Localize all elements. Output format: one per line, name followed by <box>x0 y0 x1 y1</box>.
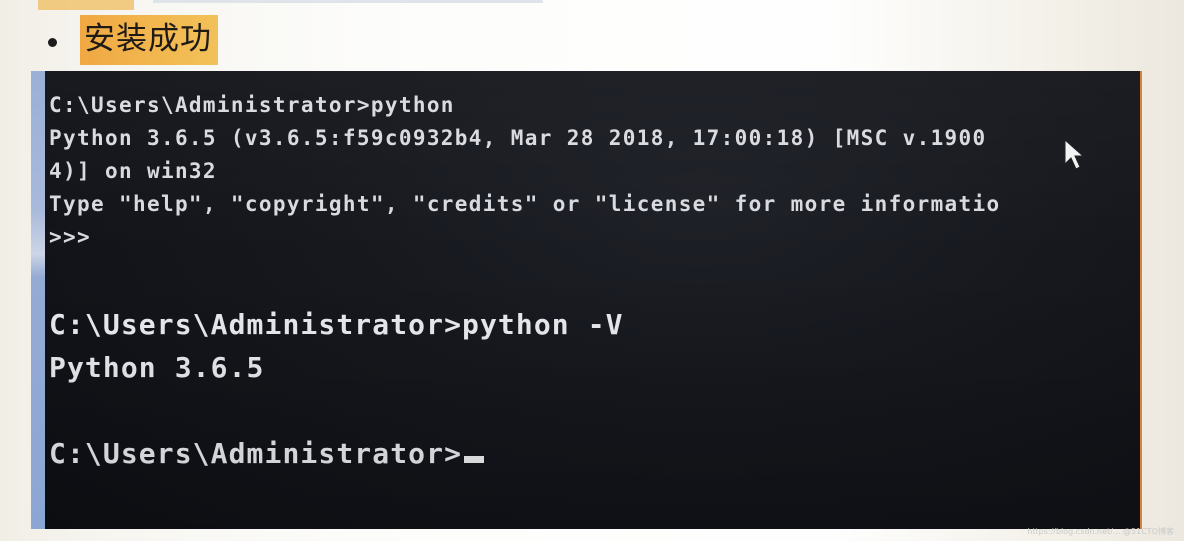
terminal-line: Type "help", "copyright", "credits" or "… <box>49 192 1001 216</box>
terminal-window[interactable]: C:\Users\Administrator>python Python 3.6… <box>45 71 1142 529</box>
heading-highlight: 安装成功 <box>80 15 218 65</box>
terminal-screenshot: C:\Users\Administrator>python Python 3.6… <box>31 71 1142 529</box>
bullet-icon <box>48 37 57 47</box>
previous-slide-highlight <box>38 0 134 10</box>
bullet-heading: 安装成功 <box>84 20 212 57</box>
terminal-scrollbar[interactable] <box>31 71 45 529</box>
mouse-pointer-icon <box>1064 138 1085 170</box>
bullet-item: 安装成功 <box>48 15 218 65</box>
watermark: https://blog.csdn.net/... @51CTO博客 <box>1027 527 1174 536</box>
terminal-output-line: Python 3.6.5 <box>49 351 265 384</box>
terminal-line: C:\Users\Administrator>python <box>49 93 455 117</box>
text-cursor <box>464 456 485 463</box>
terminal-command-line: C:\Users\Administrator>python -V <box>49 308 624 341</box>
top-divider <box>153 0 543 3</box>
terminal-line: Python 3.6.5 (v3.6.5:f59c0932b4, Mar 28 … <box>49 126 987 150</box>
terminal-line: 4)] on win32 <box>49 159 217 183</box>
python-repl-prompt: >>> <box>49 225 91 249</box>
terminal-prompt-line[interactable]: C:\Users\Administrator> <box>49 437 485 470</box>
prompt-text: C:\Users\Administrator> <box>49 437 463 470</box>
